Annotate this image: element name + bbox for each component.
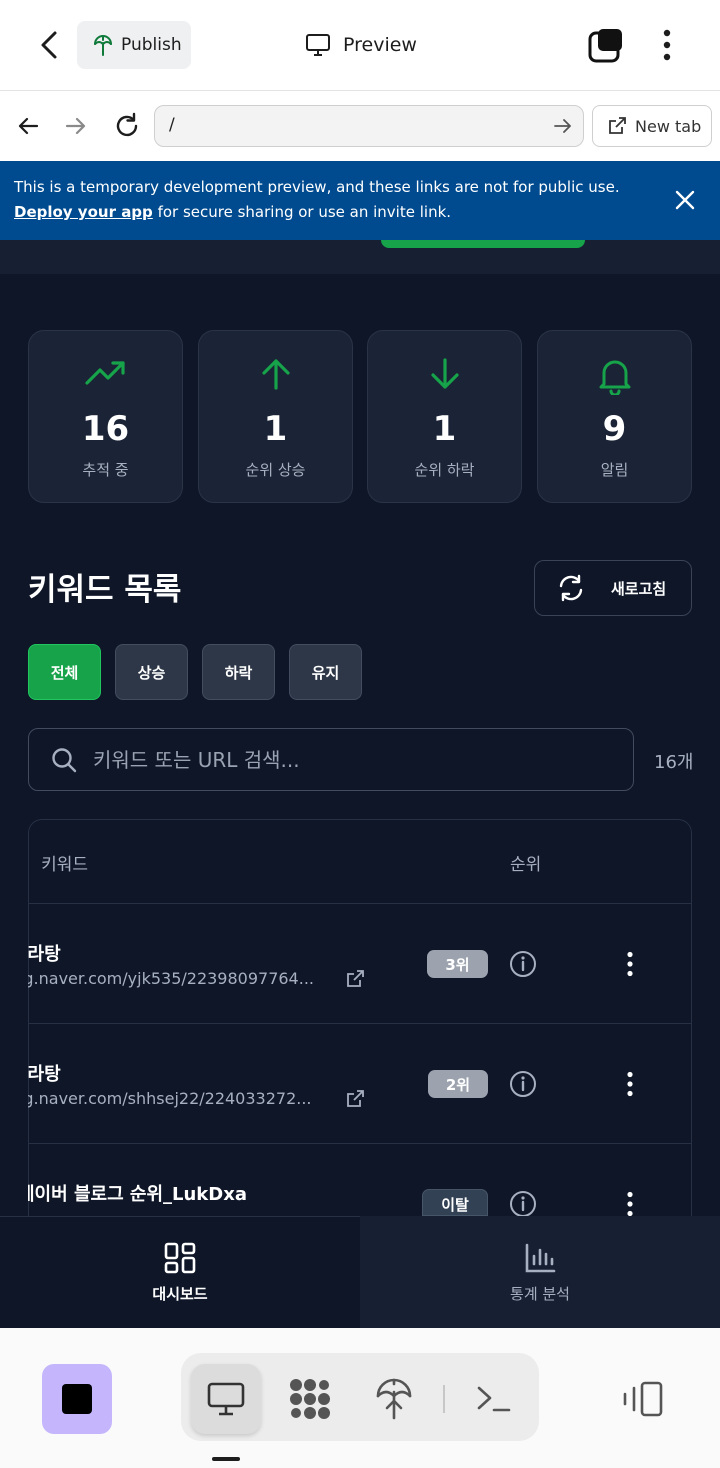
arrow-down-icon xyxy=(368,357,521,391)
app-header xyxy=(0,240,720,274)
stat-card-alerts: 9 알림 xyxy=(537,330,692,503)
row-more-icon[interactable] xyxy=(624,951,636,977)
row-divider xyxy=(28,903,692,904)
trending-up-icon xyxy=(29,357,182,391)
banner-line-2: for secure sharing or use an invite link… xyxy=(152,203,452,221)
active-indicator xyxy=(212,1457,240,1461)
stat-value: 16 xyxy=(81,409,130,449)
new-tab-label: New tab xyxy=(635,116,702,136)
col-header-rank: 순위 xyxy=(510,855,542,875)
stat-card-tracking: 16 추적 중 xyxy=(28,330,183,503)
info-icon[interactable] xyxy=(509,1190,537,1216)
row-divider xyxy=(28,1023,692,1024)
keyword-count: 16개 xyxy=(654,752,694,773)
back-chevron-icon[interactable] xyxy=(36,29,64,61)
filter-down[interactable]: 하락 xyxy=(202,644,275,700)
info-icon[interactable] xyxy=(509,950,537,978)
stop-icon xyxy=(62,1384,92,1414)
go-arrow-icon[interactable] xyxy=(553,116,573,136)
nav-stats[interactable]: 통계 분석 xyxy=(360,1216,720,1328)
row-divider xyxy=(28,1143,692,1144)
preview-tab[interactable]: Preview xyxy=(305,30,417,60)
row-more-icon[interactable] xyxy=(624,1071,636,1097)
row-url[interactable]: blog.naver.com/yjk535/22398097764... xyxy=(28,969,329,988)
more-vertical-icon[interactable] xyxy=(660,28,674,64)
nav-stats-label: 통계 분석 xyxy=(510,1285,570,1303)
search-icon xyxy=(51,747,77,773)
tabs-switcher-icon[interactable] xyxy=(588,27,624,63)
refresh-label: 새로고침 xyxy=(611,579,667,598)
bar-chart-icon xyxy=(524,1242,556,1274)
rank-badge: 3위 xyxy=(427,950,488,978)
row-url[interactable]: blog.naver.com/shhsej22/224033272... xyxy=(28,1089,329,1108)
publish-icon xyxy=(93,34,113,56)
banner-text: This is a temporary development preview,… xyxy=(14,175,634,225)
search-input[interactable] xyxy=(91,746,615,773)
stat-label: 순위 상승 xyxy=(245,461,306,479)
keyword-list-title: 키워드 목록 xyxy=(28,572,182,608)
close-banner-icon[interactable] xyxy=(674,189,696,211)
nav-forward-arrow-icon[interactable] xyxy=(64,114,88,138)
panels-icon[interactable] xyxy=(622,1380,664,1418)
filter-all[interactable]: 전체 xyxy=(28,644,101,700)
table-row[interactable]: 마라탕 blog.naver.com/yjk535/22398097764... xyxy=(28,938,378,998)
rank-badge: 2위 xyxy=(428,1070,488,1098)
table-row[interactable]: 네이버 블로그 순위_LukDxa xyxy=(28,1178,378,1216)
col-header-keyword: 키워드 xyxy=(41,855,88,875)
nav-dashboard[interactable]: 대시보드 xyxy=(0,1216,360,1328)
stat-card-rank-up: 1 순위 상승 xyxy=(198,330,353,503)
terminal-icon[interactable] xyxy=(476,1384,512,1414)
stat-label: 순위 하락 xyxy=(414,461,475,479)
stat-card-rank-down: 1 순위 하락 xyxy=(367,330,522,503)
preview-label: Preview xyxy=(343,34,417,56)
stat-label: 알림 xyxy=(600,461,629,479)
publish-label: Publish xyxy=(121,35,182,55)
stat-value: 1 xyxy=(263,409,288,449)
arrow-up-icon xyxy=(199,357,352,391)
stop-button[interactable] xyxy=(42,1364,112,1434)
url-field[interactable]: / xyxy=(154,105,584,147)
nav-dashboard-label: 대시보드 xyxy=(152,1285,208,1303)
monitor-tool-icon xyxy=(207,1382,245,1416)
toolbar-divider xyxy=(443,1385,445,1413)
filter-up[interactable]: 상승 xyxy=(115,644,188,700)
monitor-icon xyxy=(305,33,331,57)
keyword-table xyxy=(28,819,692,1239)
new-tab-button[interactable]: New tab xyxy=(592,105,712,147)
row-keyword: 네이버 블로그 순위_LukDxa xyxy=(28,1184,247,1205)
nav-back-arrow-icon[interactable] xyxy=(16,114,40,138)
publish-button[interactable]: Publish xyxy=(77,21,191,69)
deploy-tool-icon[interactable] xyxy=(376,1378,412,1420)
row-keyword: 마라탕 xyxy=(28,1064,61,1085)
stat-value: 9 xyxy=(602,409,627,449)
bell-icon xyxy=(538,357,691,395)
agent-tool-icon[interactable] xyxy=(288,1377,332,1421)
row-more-icon[interactable] xyxy=(624,1191,636,1216)
url-value: / xyxy=(169,115,175,135)
info-icon[interactable] xyxy=(509,1070,537,1098)
filter-same[interactable]: 유지 xyxy=(289,644,362,700)
row-keyword: 마라탕 xyxy=(28,944,61,965)
banner-line-1: This is a temporary development preview,… xyxy=(14,178,620,196)
stat-value: 1 xyxy=(432,409,457,449)
refresh-button[interactable]: 새로고침 xyxy=(534,560,692,616)
dashboard-icon xyxy=(164,1242,196,1274)
rank-badge: 이탈 xyxy=(422,1189,488,1216)
open-link-icon[interactable] xyxy=(345,969,365,989)
stat-label: 추적 중 xyxy=(82,461,129,479)
refresh-icon xyxy=(557,574,585,602)
keyword-search-box[interactable] xyxy=(28,728,634,791)
deploy-app-link[interactable]: Deploy your app xyxy=(14,203,153,221)
external-link-icon xyxy=(607,116,627,136)
table-row[interactable]: 마라탕 blog.naver.com/shhsej22/224033272... xyxy=(28,1058,378,1118)
reload-icon[interactable] xyxy=(113,112,141,140)
open-link-icon[interactable] xyxy=(345,1089,365,1109)
